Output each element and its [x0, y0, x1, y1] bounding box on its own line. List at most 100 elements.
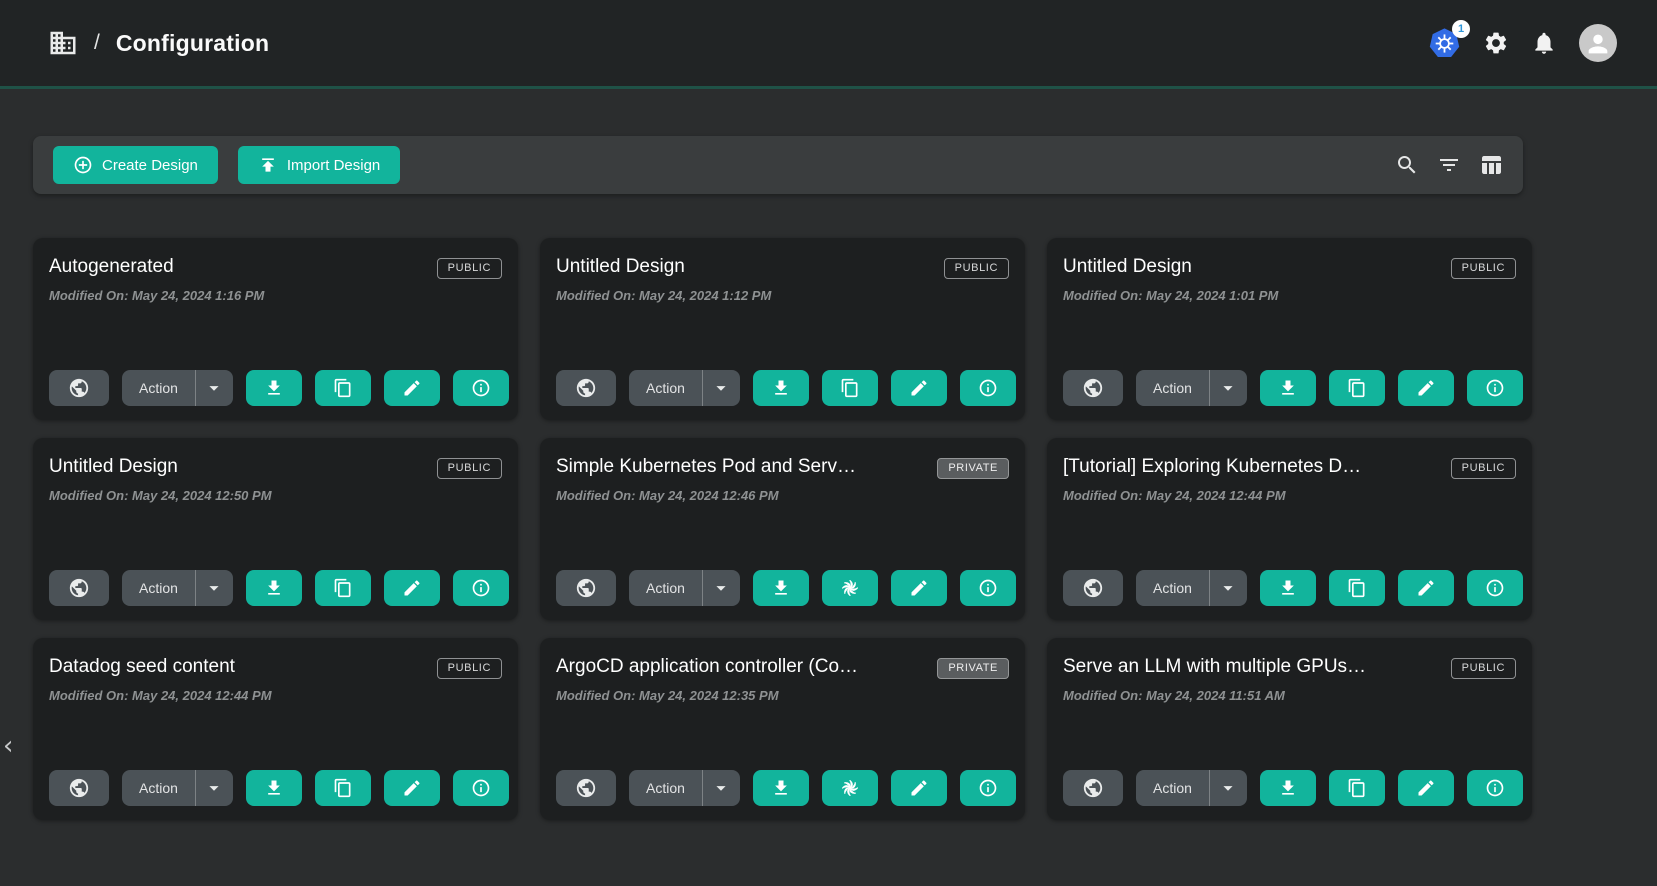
kubernetes-context-icon[interactable]: 1	[1428, 27, 1461, 60]
chevron-down-icon	[1217, 377, 1239, 399]
globe-icon	[1082, 577, 1104, 599]
clone-button[interactable]	[315, 770, 371, 806]
action-button[interactable]: Action	[629, 370, 702, 406]
clone-button[interactable]	[315, 370, 371, 406]
visibility-globe-button[interactable]	[1063, 570, 1123, 606]
info-button[interactable]	[960, 370, 1016, 406]
clone-button[interactable]	[1329, 770, 1385, 806]
download-button[interactable]	[246, 370, 302, 406]
action-button[interactable]: Action	[1136, 770, 1209, 806]
info-icon	[978, 578, 998, 598]
action-dropdown-button[interactable]	[196, 570, 233, 606]
clone-button[interactable]	[1329, 570, 1385, 606]
action-dropdown-button[interactable]	[1210, 370, 1247, 406]
action-dropdown-button[interactable]	[196, 770, 233, 806]
design-card: [Tutorial] Exploring Kubernetes D… PUBLI…	[1047, 438, 1532, 620]
visibility-globe-button[interactable]	[556, 570, 616, 606]
design-button[interactable]	[822, 570, 878, 606]
design-card: Untitled Design PUBLIC Modified On: May …	[540, 238, 1025, 420]
search-icon[interactable]	[1395, 153, 1419, 177]
action-dropdown-button[interactable]	[703, 570, 740, 606]
visibility-globe-button[interactable]	[49, 770, 109, 806]
edit-button[interactable]	[891, 770, 947, 806]
action-button[interactable]: Action	[122, 370, 195, 406]
sidebar-collapse-handle[interactable]: ‹	[3, 733, 13, 759]
info-button[interactable]	[453, 370, 509, 406]
create-design-button[interactable]: Create Design	[53, 146, 218, 184]
edit-button[interactable]	[384, 370, 440, 406]
download-button[interactable]	[753, 570, 809, 606]
info-icon	[471, 778, 491, 798]
add-circle-icon	[73, 155, 93, 175]
building-icon[interactable]	[48, 28, 78, 58]
clone-button[interactable]	[315, 570, 371, 606]
globe-icon	[68, 377, 90, 399]
info-icon	[1485, 378, 1505, 398]
clone-button[interactable]	[1329, 370, 1385, 406]
action-dropdown-button[interactable]	[703, 770, 740, 806]
download-button[interactable]	[753, 370, 809, 406]
download-button[interactable]	[1260, 370, 1316, 406]
info-button[interactable]	[960, 570, 1016, 606]
visibility-globe-button[interactable]	[556, 770, 616, 806]
bell-icon[interactable]	[1531, 30, 1557, 56]
gear-icon[interactable]	[1483, 30, 1509, 56]
download-icon	[771, 778, 791, 798]
action-dropdown-button[interactable]	[1210, 770, 1247, 806]
download-button[interactable]	[246, 770, 302, 806]
info-button[interactable]	[960, 770, 1016, 806]
action-button[interactable]: Action	[1136, 370, 1209, 406]
globe-icon	[1082, 777, 1104, 799]
action-button[interactable]: Action	[629, 570, 702, 606]
download-button[interactable]	[246, 570, 302, 606]
design-card: Simple Kubernetes Pod and Serv… PRIVATE …	[540, 438, 1025, 620]
download-button[interactable]	[1260, 570, 1316, 606]
edit-button[interactable]	[384, 570, 440, 606]
clone-button[interactable]	[822, 370, 878, 406]
download-button[interactable]	[753, 770, 809, 806]
design-card: Autogenerated PUBLIC Modified On: May 24…	[33, 238, 518, 420]
clone-icon	[1347, 378, 1367, 398]
edit-icon	[909, 578, 929, 598]
visibility-globe-button[interactable]	[1063, 770, 1123, 806]
globe-icon	[68, 777, 90, 799]
action-button[interactable]: Action	[629, 770, 702, 806]
action-button[interactable]: Action	[122, 570, 195, 606]
table-view-icon[interactable]	[1479, 153, 1503, 177]
action-button[interactable]: Action	[1136, 570, 1209, 606]
modified-timestamp: Modified On: May 24, 2024 11:51 AM	[1063, 688, 1516, 703]
visibility-globe-button[interactable]	[49, 570, 109, 606]
action-dropdown-button[interactable]	[1210, 570, 1247, 606]
edit-button[interactable]	[384, 770, 440, 806]
info-button[interactable]	[453, 570, 509, 606]
info-button[interactable]	[1467, 570, 1523, 606]
visibility-globe-button[interactable]	[1063, 370, 1123, 406]
design-button[interactable]	[822, 770, 878, 806]
design-card: Datadog seed content PUBLIC Modified On:…	[33, 638, 518, 820]
action-dropdown-button[interactable]	[196, 370, 233, 406]
visibility-globe-button[interactable]	[49, 370, 109, 406]
info-button[interactable]	[1467, 770, 1523, 806]
info-button[interactable]	[1467, 370, 1523, 406]
visibility-badge: PUBLIC	[1451, 658, 1516, 679]
import-design-button[interactable]: Import Design	[238, 146, 400, 184]
download-button[interactable]	[1260, 770, 1316, 806]
info-button[interactable]	[453, 770, 509, 806]
edit-icon	[909, 378, 929, 398]
avatar[interactable]	[1579, 24, 1617, 62]
download-icon	[264, 578, 284, 598]
modified-timestamp: Modified On: May 24, 2024 1:12 PM	[556, 288, 1009, 303]
modified-timestamp: Modified On: May 24, 2024 12:35 PM	[556, 688, 1009, 703]
visibility-globe-button[interactable]	[556, 370, 616, 406]
edit-button[interactable]	[1398, 570, 1454, 606]
action-dropdown-button[interactable]	[703, 370, 740, 406]
designs-toolbar: Create Design Import Design	[33, 136, 1523, 194]
edit-button[interactable]	[891, 570, 947, 606]
edit-button[interactable]	[1398, 370, 1454, 406]
action-button[interactable]: Action	[122, 770, 195, 806]
edit-button[interactable]	[1398, 770, 1454, 806]
create-design-label: Create Design	[102, 157, 198, 174]
filter-icon[interactable]	[1437, 153, 1461, 177]
edit-button[interactable]	[891, 370, 947, 406]
globe-icon	[575, 377, 597, 399]
